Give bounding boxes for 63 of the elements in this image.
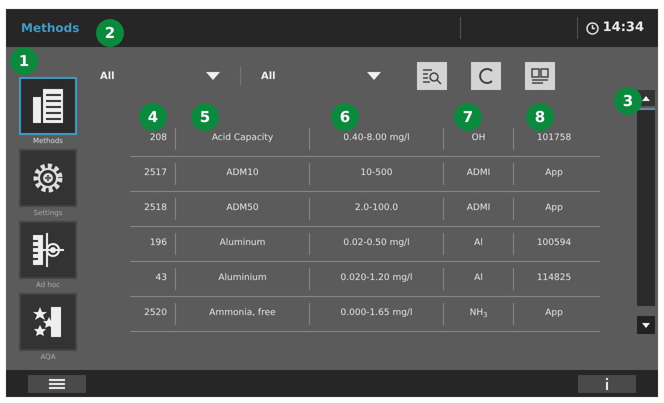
c-icon — [478, 67, 494, 85]
article-number: App — [545, 167, 563, 180]
method-number: 2520 — [144, 307, 167, 320]
parameter: Al — [474, 237, 483, 250]
clock-icon — [586, 22, 599, 34]
callout-badge: 7 — [454, 103, 482, 131]
measuring-range: 0.02-0.50 mg/l — [343, 237, 410, 250]
info-icon — [605, 378, 609, 390]
parameter: ADMI — [466, 167, 490, 180]
callout-badge: 6 — [331, 103, 359, 131]
measuring-range: 10-500 — [360, 167, 392, 180]
method-number: 2518 — [144, 202, 167, 216]
sidebar-button[interactable] — [19, 149, 77, 207]
article-number: 100594 — [536, 237, 572, 250]
article-number: App — [545, 307, 563, 320]
method-name: Acid Capacity — [212, 132, 274, 146]
measuring-range: 0.020-1.20 mg/l — [340, 272, 412, 286]
menu-button[interactable] — [28, 374, 86, 392]
parameter: NH$_{3}$ — [470, 307, 488, 321]
filter-dropdown[interactable]: All — [90, 64, 230, 88]
method-number: 2517 — [144, 167, 167, 180]
callout-badge: 3 — [614, 87, 642, 115]
method-name: Aluminium — [218, 272, 267, 286]
parameter: ADMI — [466, 202, 490, 216]
method-number: 43 — [156, 272, 167, 286]
sidebar-button[interactable] — [19, 221, 77, 279]
menu-icon — [49, 378, 65, 388]
sidebar-button[interactable] — [19, 77, 77, 135]
method-name: ADM50 — [226, 202, 259, 216]
callout-badge: 8 — [526, 103, 554, 131]
callout-badge: 1 — [10, 47, 38, 75]
filter-dropdown[interactable]: All — [251, 64, 391, 88]
article-number: App — [545, 202, 563, 216]
sidebar-button[interactable] — [19, 293, 77, 351]
callout-badge: 4 — [139, 103, 167, 131]
dropdown-arrow-icon — [206, 72, 220, 80]
ruler-target-icon — [31, 231, 65, 269]
article-number: 114825 — [536, 272, 572, 286]
measuring-range: 2.0-100.0 — [354, 202, 398, 216]
method-name: Ammonia, free — [209, 307, 276, 320]
card-icon — [531, 68, 549, 84]
barcode-card-button[interactable] — [525, 62, 555, 90]
parameter: Al — [474, 272, 483, 286]
search-icon — [422, 67, 442, 85]
callout-badge: 5 — [191, 103, 219, 131]
parameter: OH — [472, 132, 486, 146]
down-arrow-icon — [642, 322, 650, 328]
dropdown-arrow-icon — [367, 72, 381, 80]
screen-title: Methods — [21, 20, 80, 37]
method-name: ADM10 — [226, 167, 259, 180]
method-name: Aluminum — [220, 237, 266, 250]
measuring-range: 0.000-1.65 mg/l — [340, 307, 412, 320]
measuring-range: 0.40-8.00 mg/l — [343, 132, 410, 146]
article-number: 101758 — [536, 132, 572, 146]
search-list-button[interactable] — [417, 62, 447, 90]
clock-time: 14:34 — [602, 19, 644, 38]
gear-icon — [31, 161, 65, 195]
method-number: 196 — [150, 237, 167, 250]
scroll-down-button[interactable] — [637, 316, 655, 334]
method-number: 208 — [150, 132, 167, 146]
document-list-icon — [31, 87, 65, 125]
clear-button[interactable] — [471, 62, 501, 90]
up-arrow-icon — [642, 96, 650, 100]
